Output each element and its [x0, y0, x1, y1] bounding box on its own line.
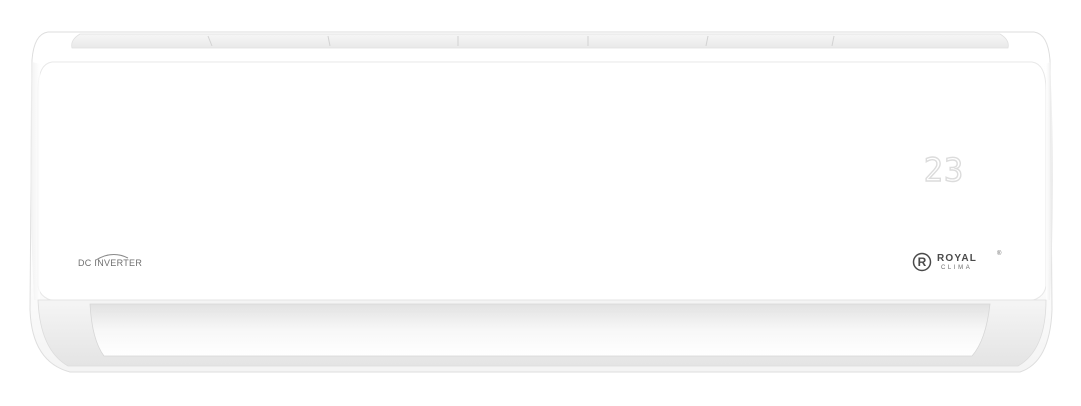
dc-inverter-label: DC INVERTER: [78, 258, 143, 268]
front-panel: [37, 61, 1047, 303]
brand-name: ROYAL: [937, 253, 978, 264]
temperature-readout: 23: [923, 150, 965, 189]
air-conditioner-scene: DC INVERTER 23 R ROYAL ® CLIMA: [0, 0, 1081, 406]
air-conditioner-unit: [29, 31, 1053, 373]
dc-inverter-badge: DC INVERTER: [74, 252, 154, 274]
brand-subname: CLIMA: [941, 265, 973, 271]
brand-logo: R ROYAL ® CLIMA: [912, 250, 1012, 276]
brand-registered-mark: ®: [997, 251, 1002, 257]
brand-mark-letter: R: [917, 255, 927, 269]
temperature-display: 23: [920, 150, 968, 190]
